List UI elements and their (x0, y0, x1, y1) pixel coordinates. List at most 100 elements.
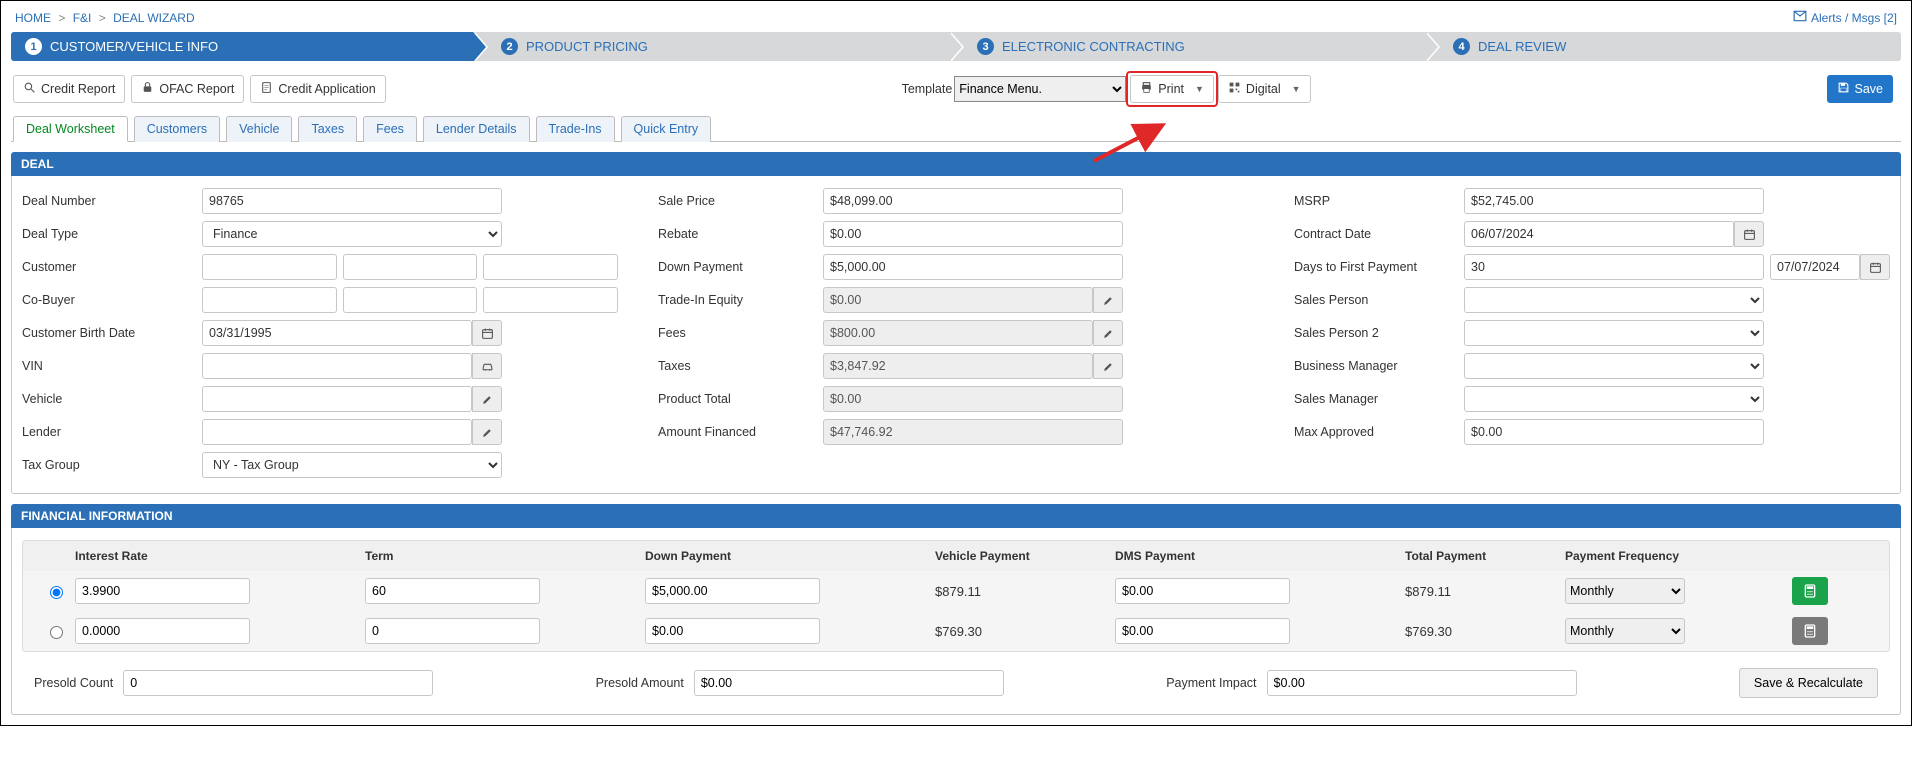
fin-row-2-radio[interactable] (50, 626, 63, 639)
cobuyer-label: Co-Buyer (22, 293, 202, 307)
tab-vehicle[interactable]: Vehicle (226, 116, 292, 142)
sale-price-input[interactable] (823, 188, 1123, 214)
ofac-report-button[interactable]: OFAC Report (131, 75, 244, 103)
tab-taxes[interactable]: Taxes (298, 116, 357, 142)
pencil-icon[interactable] (1093, 287, 1123, 313)
search-icon (23, 81, 36, 97)
step-product-pricing[interactable]: 2 PRODUCT PRICING (473, 32, 949, 61)
fin-row-2-down-input[interactable] (645, 618, 820, 644)
payment-impact-label: Payment Impact (1166, 676, 1256, 690)
lock-icon (141, 81, 154, 97)
lender-label: Lender (22, 425, 202, 439)
fin-row-1-rate-input[interactable] (75, 578, 250, 604)
lender-input[interactable] (202, 419, 472, 445)
breadcrumb-fni[interactable]: F&I (73, 11, 92, 25)
credit-report-button[interactable]: Credit Report (13, 75, 125, 103)
breadcrumb: HOME > F&I > DEAL WIZARD (15, 11, 195, 25)
pencil-icon[interactable] (472, 419, 502, 445)
step-deal-review[interactable]: 4 DEAL REVIEW (1425, 32, 1901, 61)
calculator-icon (1802, 623, 1818, 639)
rebate-input[interactable] (823, 221, 1123, 247)
fin-row-2-freq-select[interactable]: Monthly (1565, 618, 1685, 644)
cust-dob-label: Customer Birth Date (22, 326, 202, 340)
presold-count-input[interactable] (123, 670, 433, 696)
msrp-input[interactable] (1464, 188, 1764, 214)
product-total-label: Product Total (658, 392, 823, 406)
step-customer-vehicle[interactable]: 1 CUSTOMER/VEHICLE INFO (11, 32, 473, 61)
fin-row-1-dms-input[interactable] (1115, 578, 1290, 604)
breadcrumb-home[interactable]: HOME (15, 11, 51, 25)
fin-row-1-down-input[interactable] (645, 578, 820, 604)
down-payment-input[interactable] (823, 254, 1123, 280)
tax-group-select[interactable]: NY - Tax Group (202, 452, 502, 478)
taxes-input (823, 353, 1093, 379)
sales-mgr-select[interactable] (1464, 386, 1764, 412)
calendar-icon[interactable] (472, 320, 502, 346)
fin-row-1-calc-button[interactable] (1792, 577, 1828, 605)
print-icon (1140, 81, 1153, 97)
chevron-down-icon: ▼ (1195, 84, 1204, 94)
col-payment-frequency: Payment Frequency (1565, 549, 1785, 563)
toolbar: Credit Report OFAC Report Credit Applica… (11, 61, 1901, 115)
product-total-input (823, 386, 1123, 412)
days-first-pay-days-input[interactable] (1464, 254, 1764, 280)
tab-quick-entry[interactable]: Quick Entry (621, 116, 712, 142)
vin-input[interactable] (202, 353, 472, 379)
vin-label: VIN (22, 359, 202, 373)
msrp-label: MSRP (1294, 194, 1464, 208)
step-electronic-contracting[interactable]: 3 ELECTRONIC CONTRACTING (949, 32, 1425, 61)
fin-row-1-term-input[interactable] (365, 578, 540, 604)
tab-deal-worksheet[interactable]: Deal Worksheet (13, 116, 128, 142)
print-button[interactable]: Print ▼ (1130, 75, 1214, 103)
template-label: Template (902, 82, 953, 96)
pencil-icon[interactable] (1093, 353, 1123, 379)
tab-trade-ins[interactable]: Trade-Ins (536, 116, 615, 142)
days-first-pay-date-input[interactable] (1770, 254, 1860, 280)
save-recalculate-button[interactable]: Save & Recalculate (1739, 668, 1878, 698)
presold-amount-input[interactable] (694, 670, 1004, 696)
step-label: CUSTOMER/VEHICLE INFO (50, 39, 218, 54)
fin-row-1-radio[interactable] (50, 586, 63, 599)
deal-type-select[interactable]: Finance (202, 221, 502, 247)
customer-label: Customer (22, 260, 202, 274)
credit-application-button[interactable]: Credit Application (250, 75, 385, 103)
digital-button[interactable]: Digital ▼ (1218, 75, 1311, 103)
step-label: DEAL REVIEW (1478, 39, 1566, 54)
calendar-icon[interactable] (1860, 254, 1890, 280)
pencil-icon[interactable] (1093, 320, 1123, 346)
contract-date-input[interactable] (1464, 221, 1734, 247)
tab-customers[interactable]: Customers (134, 116, 220, 142)
cobuyer-mi-input[interactable] (343, 287, 478, 313)
fin-row-2-dms-input[interactable] (1115, 618, 1290, 644)
fin-row-2-term-input[interactable] (365, 618, 540, 644)
max-approved-input[interactable] (1464, 419, 1764, 445)
template-select[interactable]: Finance Menu. (954, 76, 1126, 102)
customer-last-input[interactable] (483, 254, 618, 280)
fin-row-2-calc-button[interactable] (1792, 617, 1828, 645)
tab-fees[interactable]: Fees (363, 116, 417, 142)
cobuyer-last-input[interactable] (483, 287, 618, 313)
customer-first-input[interactable] (202, 254, 337, 280)
vehicle-input[interactable] (202, 386, 472, 412)
calendar-icon[interactable] (1734, 221, 1764, 247)
deal-number-input[interactable] (202, 188, 502, 214)
car-icon[interactable] (472, 353, 502, 379)
trade-in-equity-label: Trade-In Equity (658, 293, 823, 307)
fin-row-1-freq-select[interactable]: Monthly (1565, 578, 1685, 604)
save-button[interactable]: Save (1827, 75, 1894, 103)
customer-mi-input[interactable] (343, 254, 478, 280)
fin-row-2-vpay: $769.30 (935, 624, 1115, 639)
tab-lender-details[interactable]: Lender Details (423, 116, 530, 142)
alerts-link[interactable]: Alerts / Msgs [2] (1793, 9, 1897, 26)
sales-person-label: Sales Person (1294, 293, 1464, 307)
fin-row-2-rate-input[interactable] (75, 618, 250, 644)
col-vehicle-payment: Vehicle Payment (935, 549, 1115, 563)
cust-dob-input[interactable] (202, 320, 472, 346)
business-mgr-select[interactable] (1464, 353, 1764, 379)
down-payment-label: Down Payment (658, 260, 823, 274)
sales-person2-select[interactable] (1464, 320, 1764, 346)
payment-impact-input[interactable] (1267, 670, 1577, 696)
pencil-icon[interactable] (472, 386, 502, 412)
cobuyer-first-input[interactable] (202, 287, 337, 313)
sales-person-select[interactable] (1464, 287, 1764, 313)
